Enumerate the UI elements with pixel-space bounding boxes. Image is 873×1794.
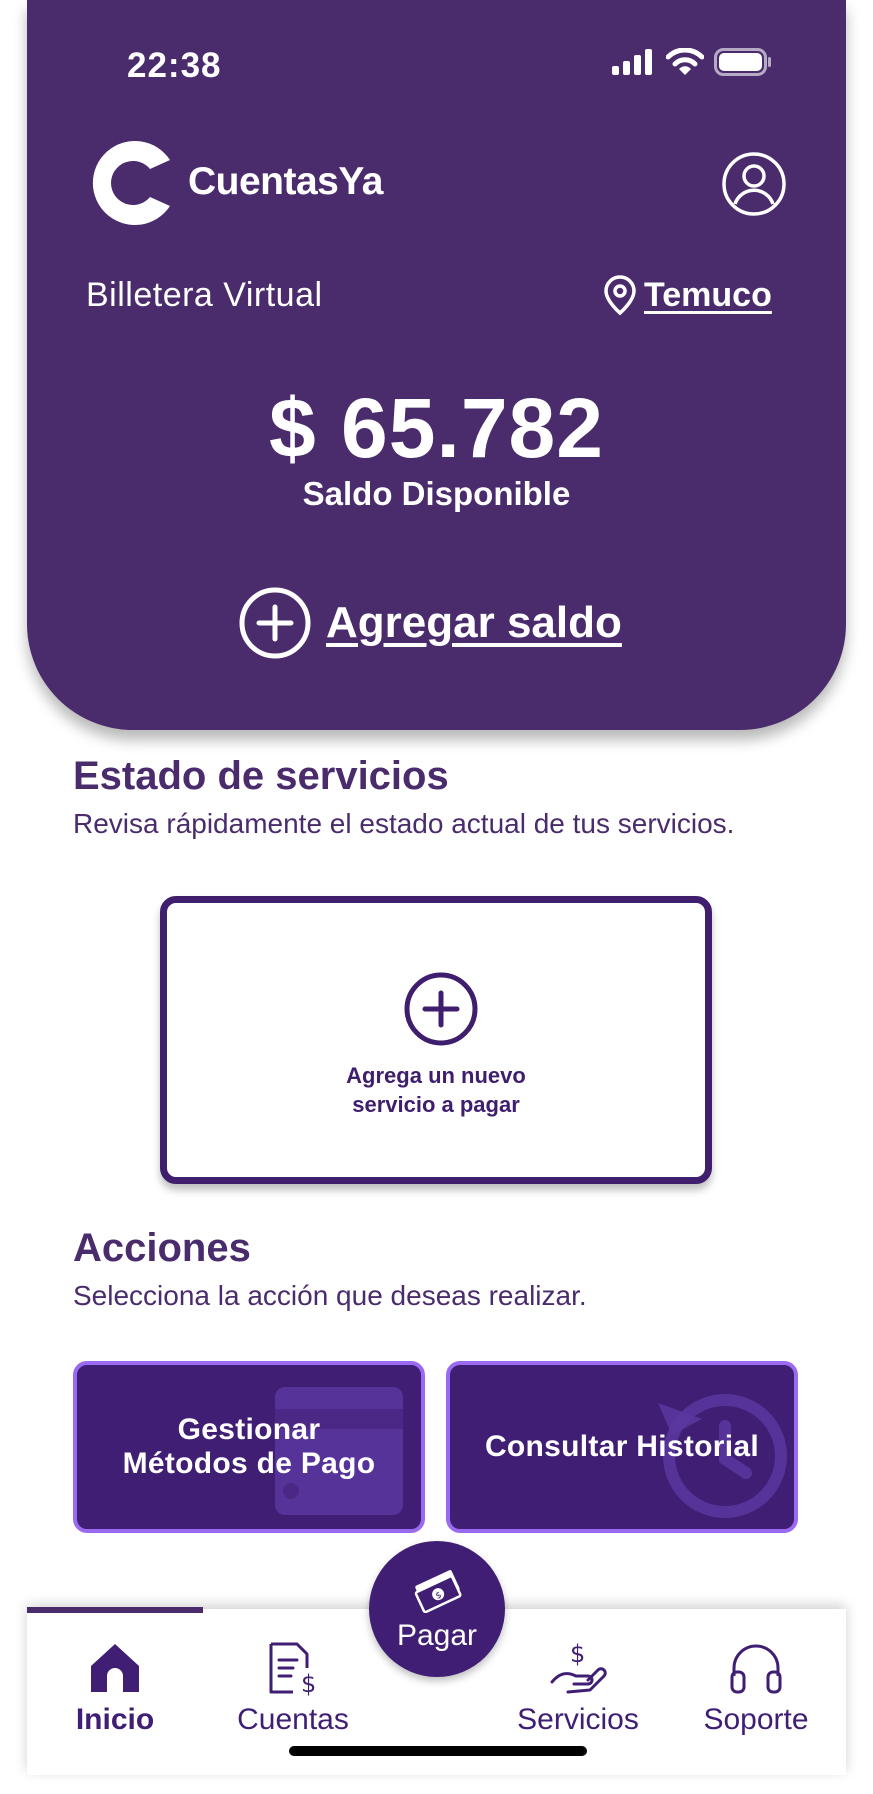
nav-active-indicator bbox=[27, 1607, 203, 1613]
view-history-button[interactable]: Consultar Historial bbox=[446, 1361, 798, 1533]
plus-circle-icon bbox=[239, 587, 311, 659]
profile-icon[interactable] bbox=[721, 151, 787, 217]
action-label-line1: Gestionar bbox=[177, 1413, 321, 1446]
nav-item-soporte[interactable]: Soporte bbox=[681, 1640, 831, 1737]
view-history-label: Consultar Historial bbox=[484, 1430, 760, 1463]
add-balance-button[interactable]: Agregar saldo bbox=[238, 586, 622, 660]
home-screen: 22:38 CuentasYa Billetera Virtual Temuco… bbox=[0, 0, 873, 1794]
svg-text:$: $ bbox=[301, 1670, 316, 1696]
location-selector[interactable]: Temuco bbox=[602, 274, 772, 316]
add-balance-label[interactable]: Agregar saldo bbox=[326, 598, 622, 648]
home-icon bbox=[91, 1644, 139, 1692]
battery-icon bbox=[714, 48, 771, 76]
location-link[interactable]: Temuco bbox=[644, 276, 772, 315]
nav-label-soporte: Soporte bbox=[703, 1703, 809, 1736]
money-stack-icon: $ bbox=[414, 1570, 462, 1613]
nav-label-inicio: Inicio bbox=[75, 1703, 155, 1736]
signal-icon bbox=[612, 49, 652, 75]
pay-fab-label: Pagar bbox=[396, 1619, 478, 1652]
services-subtitle: Revisa rápidamente el estado actual de t… bbox=[73, 808, 735, 839]
nav-label-servicios: Servicios bbox=[517, 1703, 639, 1736]
home-indicator bbox=[289, 1746, 587, 1756]
headphones-icon bbox=[730, 1644, 782, 1694]
balance-label: Saldo Disponible bbox=[302, 475, 571, 512]
services-title: Estado de servicios bbox=[73, 754, 449, 798]
svg-text:$: $ bbox=[570, 1640, 585, 1668]
nav-label-cuentas: Cuentas bbox=[237, 1703, 349, 1736]
add-service-text: Agrega un nuevo servicio a pagar bbox=[167, 1061, 705, 1119]
manage-payment-methods-button[interactable]: Gestionar Métodos de Pago bbox=[73, 1361, 425, 1533]
add-service-line1: Agrega un nuevo bbox=[346, 1063, 526, 1088]
pay-fab-button[interactable]: $ Pagar bbox=[369, 1541, 505, 1677]
add-service-card[interactable]: Agrega un nuevo servicio a pagar bbox=[160, 896, 712, 1184]
status-icons bbox=[612, 48, 772, 76]
status-time: 22:38 bbox=[127, 46, 222, 85]
add-service-line2: servicio a pagar bbox=[352, 1092, 520, 1117]
wallet-label: Billetera Virtual bbox=[86, 276, 323, 314]
balance-amount: $ 65.782 bbox=[269, 381, 604, 475]
nav-item-cuentas[interactable]: $ Cuentas bbox=[218, 1640, 368, 1737]
plus-circle-icon bbox=[404, 972, 478, 1046]
cuentasya-logo-icon bbox=[92, 141, 170, 225]
actions-title: Acciones bbox=[73, 1226, 251, 1270]
hand-money-icon: $ bbox=[550, 1640, 607, 1694]
map-pin-icon bbox=[604, 275, 636, 316]
manage-payment-methods-label: Gestionar Métodos de Pago bbox=[123, 1413, 376, 1481]
action-label-line2: Métodos de Pago bbox=[122, 1447, 376, 1480]
nav-item-inicio[interactable]: Inicio bbox=[40, 1640, 190, 1737]
actions-subtitle: Selecciona la acción que deseas realizar… bbox=[73, 1280, 587, 1311]
brand-name: CuentasYa bbox=[188, 160, 383, 203]
bill-icon: $ bbox=[269, 1642, 316, 1698]
nav-item-servicios[interactable]: $ Servicios bbox=[503, 1640, 653, 1737]
wifi-icon bbox=[666, 48, 704, 75]
